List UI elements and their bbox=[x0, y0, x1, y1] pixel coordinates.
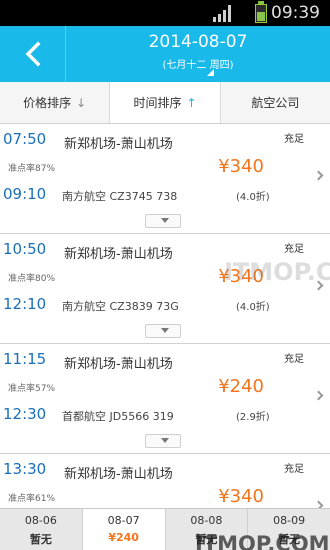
route: 新郑机场-萧山机场 bbox=[64, 247, 173, 262]
sort-tab-time[interactable]: 时间排序 ↑ bbox=[110, 82, 221, 123]
route: 新郑机场-萧山机场 bbox=[64, 357, 173, 372]
status-time: 09:39 bbox=[271, 3, 320, 23]
status-bar: 09:39 bbox=[0, 0, 330, 26]
airline-flight: 南方航空 CZ3839 73G bbox=[62, 300, 179, 313]
expand-button[interactable] bbox=[145, 324, 181, 338]
date-tab-price: 暂无 bbox=[29, 533, 52, 546]
sort-bar: 价格排序 ↓ 时间排序 ↑ 航空公司 bbox=[0, 82, 330, 124]
airline-flight: 首都航空 JD5566 319 bbox=[62, 410, 174, 423]
watermark: ITMOP.COM bbox=[195, 532, 330, 550]
seat-status: 充足 bbox=[284, 354, 304, 365]
discount: (2.9折) bbox=[236, 412, 270, 423]
route: 新郑机场-萧山机场 bbox=[64, 137, 173, 152]
lunar-date: (七月十二 周四) bbox=[162, 60, 234, 71]
sort-tab-price[interactable]: 价格排序 ↓ bbox=[0, 82, 111, 123]
arrow-up-icon: ↑ bbox=[186, 95, 197, 110]
departure-time: 13:30 bbox=[3, 460, 47, 478]
date-tab-selected[interactable]: 08-07 ¥240 bbox=[82, 509, 166, 550]
battery-icon bbox=[255, 1, 267, 23]
expand-button[interactable] bbox=[145, 434, 181, 448]
on-time-rate: 准点率87% bbox=[8, 164, 56, 174]
price: ¥340 bbox=[218, 156, 264, 177]
departure-time: 07:50 bbox=[3, 130, 47, 148]
back-arrow-icon bbox=[25, 41, 41, 67]
departure-time: 10:50 bbox=[3, 240, 47, 258]
route: 新郑机场-萧山机场 bbox=[64, 467, 173, 482]
watermark-faint: ITMOP.COM bbox=[224, 258, 330, 286]
header: 2014-08-07 (七月十二 周四) bbox=[0, 26, 330, 82]
discount: (4.0折) bbox=[236, 302, 270, 313]
date-tab[interactable]: 08-06 暂无 bbox=[0, 509, 83, 550]
price: ¥240 bbox=[218, 376, 264, 397]
sort-tab-label: 价格排序 bbox=[23, 96, 72, 110]
date-picker-indicator-icon bbox=[207, 69, 214, 76]
arrival-time: 12:10 bbox=[3, 295, 47, 313]
selected-date[interactable]: 2014-08-07 bbox=[66, 32, 330, 52]
back-button[interactable] bbox=[0, 26, 66, 82]
flight-card[interactable]: 13:30 新郑机场-萧山机场 充足 准点率61% ¥340 bbox=[0, 454, 330, 508]
price: ¥340 bbox=[218, 486, 264, 507]
seat-status: 充足 bbox=[284, 134, 304, 145]
airline-flight: 南方航空 CZ3745 738 bbox=[62, 190, 178, 203]
sort-tab-airline[interactable]: 航空公司 bbox=[221, 82, 330, 123]
expand-button[interactable] bbox=[145, 214, 181, 228]
arrow-down-icon: ↓ bbox=[76, 95, 87, 110]
on-time-rate: 准点率61% bbox=[8, 494, 56, 504]
on-time-rate: 准点率57% bbox=[8, 384, 56, 394]
on-time-rate: 准点率80% bbox=[8, 274, 56, 284]
seat-status: 充足 bbox=[284, 464, 304, 475]
chevron-right-icon bbox=[313, 170, 324, 181]
date-tab-date: 08-09 bbox=[273, 514, 306, 527]
date-tab-date: 08-07 bbox=[107, 514, 140, 527]
discount: (4.0折) bbox=[236, 192, 270, 203]
flight-card[interactable]: 10:50 新郑机场-萧山机场 充足 准点率80% ¥340 12:10 南方航… bbox=[0, 234, 330, 344]
sort-tab-label: 航空公司 bbox=[251, 96, 300, 110]
arrival-time: 09:10 bbox=[3, 185, 47, 203]
seat-status: 充足 bbox=[284, 244, 304, 255]
flight-card[interactable]: 11:15 新郑机场-萧山机场 充足 准点率57% ¥240 12:30 首都航… bbox=[0, 344, 330, 454]
flight-card[interactable]: 07:50 新郑机场-萧山机场 充足 准点率87% ¥340 09:10 南方航… bbox=[0, 124, 330, 234]
date-tab-date: 08-08 bbox=[190, 514, 223, 527]
date-tab-date: 08-06 bbox=[24, 514, 57, 527]
date-tab-price: ¥240 bbox=[108, 531, 139, 544]
departure-time: 11:15 bbox=[3, 350, 47, 368]
chevron-right-icon bbox=[313, 390, 324, 401]
sort-tab-label: 时间排序 bbox=[133, 96, 182, 110]
flight-list: 07:50 新郑机场-萧山机场 充足 准点率87% ¥340 09:10 南方航… bbox=[0, 124, 330, 508]
arrival-time: 12:30 bbox=[3, 405, 47, 423]
flight-list-screen: 09:39 2014-08-07 (七月十二 周四) 价格排序 ↓ 时间排序 ↑… bbox=[0, 0, 330, 550]
signal-icon bbox=[213, 5, 231, 22]
chevron-right-icon bbox=[313, 500, 324, 508]
